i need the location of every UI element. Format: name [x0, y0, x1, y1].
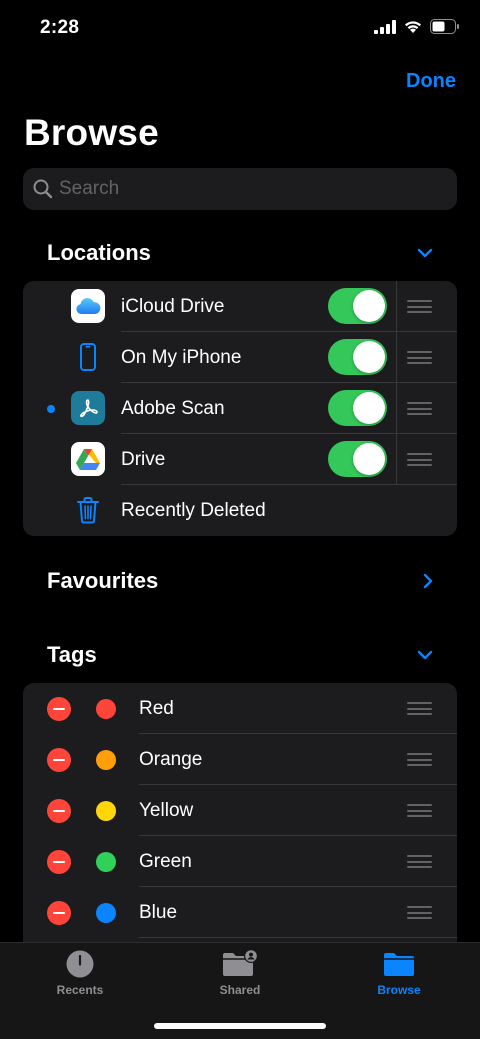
tag-row-orange[interactable]: Orange	[23, 734, 457, 785]
status-icons	[374, 19, 460, 34]
reorder-handle-icon[interactable]	[407, 300, 432, 313]
reorder-handle-icon[interactable]	[407, 804, 432, 817]
reorder-handle-icon[interactable]	[407, 402, 432, 415]
reorder-handle-icon[interactable]	[407, 702, 432, 715]
tag-color-dot-icon	[96, 699, 116, 719]
trash-icon	[71, 493, 105, 527]
tag-label: Yellow	[139, 799, 194, 821]
reorder-handle-icon[interactable]	[407, 351, 432, 364]
location-row-drive[interactable]: Drive	[23, 434, 457, 485]
google-drive-icon	[71, 442, 105, 476]
chevron-right-icon[interactable]	[423, 573, 433, 589]
tag-label: Blue	[139, 901, 178, 923]
chevron-down-icon[interactable]	[417, 248, 433, 258]
reorder-handle-icon[interactable]	[407, 453, 432, 466]
on-my-iphone-toggle[interactable]	[328, 339, 387, 375]
clock-icon	[66, 950, 94, 978]
home-indicator[interactable]	[154, 1023, 326, 1029]
search-placeholder: Search	[59, 178, 120, 199]
tab-recents[interactable]: Recents	[20, 949, 140, 997]
tag-row-green[interactable]: Green	[23, 836, 457, 887]
delete-minus-icon[interactable]	[47, 799, 71, 823]
tag-color-dot-icon	[96, 801, 116, 821]
reorder-handle-icon[interactable]	[407, 855, 432, 868]
adobe-scan-icon	[71, 391, 105, 425]
delete-minus-icon[interactable]	[47, 748, 71, 772]
status-bar: 2:28	[0, 0, 480, 58]
location-label: Adobe Scan	[121, 397, 225, 419]
tag-color-dot-icon	[96, 852, 116, 872]
location-row-adobe-scan[interactable]: Adobe Scan	[23, 383, 457, 434]
search-field[interactable]: Search	[23, 168, 457, 210]
tag-color-dot-icon	[96, 903, 116, 923]
delete-minus-icon[interactable]	[47, 697, 71, 721]
location-label: On My iPhone	[121, 346, 242, 368]
tag-label: Red	[139, 697, 174, 719]
favourites-header[interactable]: Favourites	[47, 568, 433, 594]
tag-row-red[interactable]: Red	[23, 683, 457, 734]
tags-list: Red Orange Yellow Green Blue	[23, 683, 457, 953]
icloud-icon	[71, 289, 105, 323]
chevron-down-icon[interactable]	[417, 650, 433, 660]
tag-row-yellow[interactable]: Yellow	[23, 785, 457, 836]
page-title: Browse	[24, 112, 159, 153]
tag-color-dot-icon	[96, 750, 116, 770]
status-time: 2:28	[40, 17, 80, 38]
location-row-icloud-drive[interactable]: iCloud Drive	[23, 281, 457, 332]
icloud-drive-toggle[interactable]	[328, 288, 387, 324]
locations-list: iCloud Drive On My iPhone Adobe Scan Dri…	[23, 281, 457, 536]
done-button[interactable]: Done	[406, 70, 456, 93]
selected-indicator	[47, 405, 55, 413]
location-label: Recently Deleted	[121, 499, 266, 521]
location-label: iCloud Drive	[121, 295, 225, 317]
favourites-title: Favourites	[47, 568, 159, 593]
delete-minus-icon[interactable]	[47, 850, 71, 874]
drive-toggle[interactable]	[328, 441, 387, 477]
tags-title: Tags	[47, 642, 97, 667]
tag-label: Green	[139, 850, 192, 872]
location-row-on-my-iphone[interactable]: On My iPhone	[23, 332, 457, 383]
tab-label: Shared	[219, 983, 261, 997]
cellular-signal-icon	[374, 19, 396, 34]
adobe-scan-toggle[interactable]	[328, 390, 387, 426]
tab-shared[interactable]: Shared	[180, 949, 300, 997]
shared-folder-icon	[223, 949, 258, 976]
location-row-recently-deleted[interactable]: Recently Deleted	[23, 485, 457, 536]
tags-header[interactable]: Tags	[47, 642, 433, 668]
battery-icon	[430, 19, 459, 34]
locations-title: Locations	[47, 240, 151, 265]
location-label: Drive	[121, 448, 166, 470]
locations-header[interactable]: Locations	[47, 240, 433, 266]
tab-browse[interactable]: Browse	[339, 949, 459, 997]
reorder-handle-icon[interactable]	[407, 753, 432, 766]
iphone-icon	[71, 340, 105, 374]
folder-icon	[384, 953, 414, 976]
search-icon	[33, 179, 53, 199]
tag-label: Orange	[139, 748, 203, 770]
wifi-icon	[405, 21, 421, 33]
tag-row-blue[interactable]: Blue	[23, 887, 457, 938]
delete-minus-icon[interactable]	[47, 901, 71, 925]
reorder-handle-icon[interactable]	[407, 906, 432, 919]
tab-label: Recents	[56, 983, 104, 997]
tab-label: Browse	[377, 983, 421, 997]
